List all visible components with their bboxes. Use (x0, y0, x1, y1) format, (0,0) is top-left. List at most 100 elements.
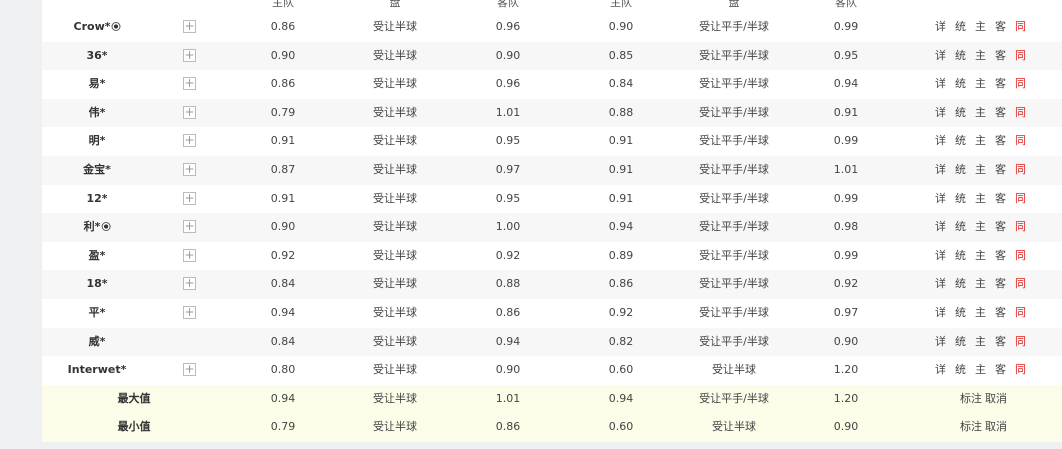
home-link[interactable]: 主 (975, 213, 986, 242)
table-body: Crow* +0.86 受让半球 0.96 0.90 受让平手/半球 0.99 详统主客同 36… (42, 13, 1062, 442)
company-name-cell[interactable]: Interwet* (68, 356, 127, 385)
expand-plus-icon[interactable]: + (183, 277, 196, 291)
company-name-cell[interactable]: 伟* (89, 99, 106, 128)
expand-plus-icon[interactable]: + (183, 191, 196, 205)
home-odds-initial: 0.84 (270, 277, 296, 291)
home-link[interactable]: 主 (975, 156, 986, 185)
company-name-cell[interactable]: 36* (86, 42, 107, 71)
home-link[interactable]: 主 (975, 185, 986, 214)
same-link[interactable]: 同 (1015, 70, 1026, 99)
home-link[interactable]: 主 (975, 356, 986, 385)
company-name-cell[interactable]: 明* (89, 127, 106, 156)
table-row: 伟* +0.79 受让半球 1.01 0.88 受让平手/半球 0.91 详统主客同 (42, 98, 1062, 128)
away-link[interactable]: 客 (995, 356, 1006, 385)
detail-link[interactable]: 详 (935, 70, 946, 99)
company-name-cell[interactable]: 金宝* (83, 156, 111, 185)
away-link[interactable]: 客 (995, 270, 1006, 299)
same-link[interactable]: 同 (1015, 299, 1026, 328)
detail-link[interactable]: 详 (935, 270, 946, 299)
stats-link[interactable]: 统 (955, 156, 966, 185)
stats-link[interactable]: 统 (955, 299, 966, 328)
home-link[interactable]: 主 (975, 270, 986, 299)
stats-link[interactable]: 统 (955, 270, 966, 299)
company-name-cell[interactable]: 盈* (89, 242, 106, 271)
stats-link[interactable]: 统 (955, 185, 966, 214)
mark-link[interactable]: 标注 (960, 413, 982, 442)
detail-link[interactable]: 详 (935, 328, 946, 357)
away-link[interactable]: 客 (995, 70, 1006, 99)
stats-link[interactable]: 统 (955, 328, 966, 357)
detail-link[interactable]: 详 (935, 156, 946, 185)
detail-link[interactable]: 详 (935, 13, 946, 42)
away-odds-live: 0.94 (833, 77, 859, 91)
expand-plus-icon[interactable]: + (183, 20, 196, 33)
stats-link[interactable]: 统 (955, 213, 966, 242)
detail-link[interactable]: 详 (935, 356, 946, 385)
detail-link[interactable]: 详 (935, 99, 946, 128)
expand-plus-icon[interactable]: + (183, 248, 196, 262)
detail-link[interactable]: 详 (935, 299, 946, 328)
expand-plus-icon[interactable]: + (183, 77, 196, 91)
same-link[interactable]: 同 (1015, 42, 1026, 71)
away-link[interactable]: 客 (995, 13, 1006, 42)
detail-link[interactable]: 详 (935, 127, 946, 156)
company-name-cell[interactable]: 利* (84, 213, 111, 242)
home-link[interactable]: 主 (975, 99, 986, 128)
handicap-live: 受让平手/半球 (699, 162, 769, 176)
away-link[interactable]: 客 (995, 185, 1006, 214)
expand-plus-icon[interactable]: + (183, 305, 196, 319)
same-link[interactable]: 同 (1015, 156, 1026, 185)
cancel-link[interactable]: 取消 (985, 385, 1007, 414)
expand-plus-icon[interactable]: + (183, 363, 196, 377)
stats-link[interactable]: 统 (955, 13, 966, 42)
company-name-cell[interactable]: 18* (86, 270, 107, 299)
detail-link[interactable]: 详 (935, 242, 946, 271)
expand-plus-icon[interactable]: + (183, 105, 196, 119)
away-link[interactable]: 客 (995, 127, 1006, 156)
home-link[interactable]: 主 (975, 242, 986, 271)
detail-link[interactable]: 详 (935, 213, 946, 242)
home-link[interactable]: 主 (975, 299, 986, 328)
company-name-cell[interactable]: 易* (89, 70, 106, 99)
stats-link[interactable]: 统 (955, 99, 966, 128)
same-link[interactable]: 同 (1015, 127, 1026, 156)
away-link[interactable]: 客 (995, 99, 1006, 128)
detail-link[interactable]: 详 (935, 185, 946, 214)
home-link[interactable]: 主 (975, 70, 986, 99)
same-link[interactable]: 同 (1015, 356, 1026, 385)
away-link[interactable]: 客 (995, 242, 1006, 271)
home-link[interactable]: 主 (975, 127, 986, 156)
expand-plus-icon[interactable]: + (183, 162, 196, 176)
away-link[interactable]: 客 (995, 299, 1006, 328)
same-link[interactable]: 同 (1015, 213, 1026, 242)
same-link[interactable]: 同 (1015, 185, 1026, 214)
same-link[interactable]: 同 (1015, 270, 1026, 299)
stats-link[interactable]: 统 (955, 356, 966, 385)
mark-link[interactable]: 标注 (960, 385, 982, 414)
away-link[interactable]: 客 (995, 42, 1006, 71)
stats-link[interactable]: 统 (955, 242, 966, 271)
detail-link[interactable]: 详 (935, 42, 946, 71)
table-row: 平* +0.94 受让半球 0.86 0.92 受让平手/半球 0.97 详统主客同 (42, 299, 1062, 328)
same-link[interactable]: 同 (1015, 13, 1026, 42)
expand-plus-icon[interactable]: + (183, 134, 196, 148)
home-link[interactable]: 主 (975, 42, 986, 71)
company-name-cell[interactable]: 威* (89, 328, 106, 357)
home-link[interactable]: 主 (975, 13, 986, 42)
expand-plus-icon[interactable]: + (183, 48, 196, 62)
home-link[interactable]: 主 (975, 328, 986, 357)
stats-link[interactable]: 统 (955, 42, 966, 71)
company-name-cell[interactable]: 12* (86, 185, 107, 214)
away-link[interactable]: 客 (995, 328, 1006, 357)
away-link[interactable]: 客 (995, 213, 1006, 242)
expand-plus-icon[interactable]: + (183, 220, 196, 234)
stats-link[interactable]: 统 (955, 127, 966, 156)
same-link[interactable]: 同 (1015, 242, 1026, 271)
cancel-link[interactable]: 取消 (985, 413, 1007, 442)
company-name-cell[interactable]: Crow* (74, 13, 121, 42)
company-name-cell[interactable]: 平* (89, 299, 106, 328)
away-link[interactable]: 客 (995, 156, 1006, 185)
stats-link[interactable]: 统 (955, 70, 966, 99)
same-link[interactable]: 同 (1015, 328, 1026, 357)
same-link[interactable]: 同 (1015, 99, 1026, 128)
